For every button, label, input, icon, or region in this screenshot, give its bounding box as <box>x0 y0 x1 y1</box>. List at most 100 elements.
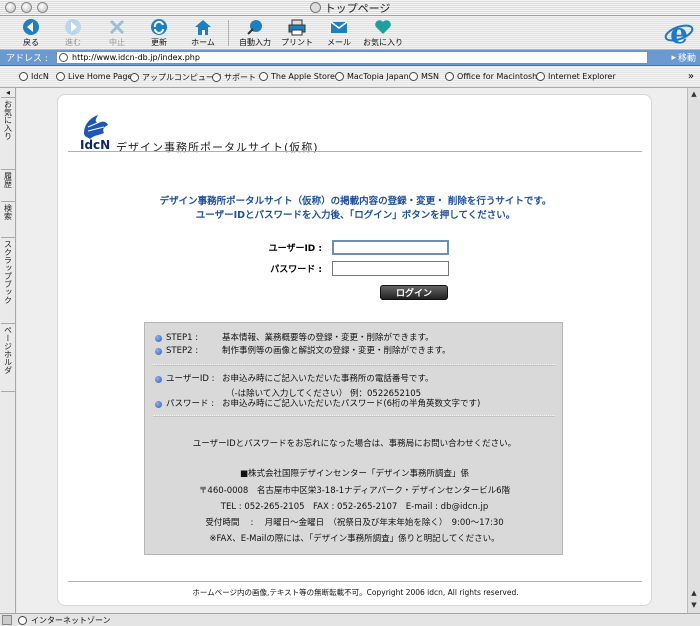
title-bar: トップページ <box>0 0 700 16</box>
status-text: インターネットゾーン <box>31 615 111 625</box>
explorer-bar-tabs: ◂ お気に入り 履歴 検索 スクラップブック ページホルダ <box>0 88 16 613</box>
info-box: STEP1 : 基本情報、業務概要等の登録・変更・削除ができます。 STEP2 … <box>144 322 563 555</box>
scroll-up-icon[interactable]: ▲ <box>689 90 699 100</box>
refresh-icon <box>151 19 167 35</box>
bullet-icon <box>155 335 162 342</box>
sidebar-toggle[interactable]: ◂ <box>1 88 15 98</box>
info-divider <box>153 415 555 417</box>
company-address: 〒460-0008 名古屋市中区栄3-18-1ナディアパーク・デザインセンタービ… <box>198 486 511 496</box>
userid-input[interactable] <box>332 240 449 255</box>
bullet-icon <box>155 401 162 408</box>
fav-item[interactable]: サポート <box>212 72 256 83</box>
site-name: デザイン事務所ポータルサイト(仮称) <box>116 141 319 154</box>
toolbar-separator <box>228 20 229 46</box>
internet-explorer-logo-icon: e <box>664 18 694 48</box>
globe-icon <box>335 72 344 81</box>
fav-item[interactable]: IdcN <box>19 72 49 81</box>
globe-icon <box>445 72 454 81</box>
userid-note: （-は除いて入力してください） 例：0522652105 <box>226 389 422 399</box>
company-name: ■株式会社国際デザインセンター「デザイン事務所調査」係 <box>239 469 470 479</box>
fav-item[interactable]: Live Home Page <box>56 72 132 81</box>
address-label: アドレス : <box>6 54 48 64</box>
envelope-icon <box>330 21 348 33</box>
scroll-down-icon[interactable]: ▼ <box>689 601 699 611</box>
mail-button[interactable]: メール <box>316 18 362 48</box>
stop-button[interactable]: 中止 <box>94 18 140 48</box>
main-panel: IdcN デザイン事務所ポータルサイト(仮称) デザイン事務所ポータルサイト（仮… <box>57 94 652 606</box>
window-title: トップページ <box>324 1 391 15</box>
vertical-scrollbar[interactable]: ▲ ▲ ▼ <box>687 88 700 613</box>
tab-favorites[interactable]: お気に入り <box>1 100 15 170</box>
printer-icon <box>288 19 306 36</box>
close-window-button[interactable] <box>5 2 16 13</box>
globe-icon <box>536 72 545 81</box>
internet-zone-globe-icon <box>18 615 27 625</box>
contact-note: ※FAX、E-Mailの際には、「デザイン事務所調査」係りと明記してください。 <box>209 534 500 544</box>
toolbar: 戻る 進む 中止 更新 ホーム 自動入力 プリント メール お気に入り e <box>0 16 700 50</box>
scroll-up-small-icon[interactable]: ▲ <box>689 589 699 599</box>
go-arrow-icon: ▸ <box>671 52 676 63</box>
favorites-bar: IdcN Live Home Page アップルコンピュータ サポート The … <box>0 67 700 88</box>
tab-page-holder[interactable]: ページホルダ <box>1 326 15 392</box>
go-button[interactable]: ▸ 移動 <box>671 51 696 65</box>
password-input[interactable] <box>332 261 449 276</box>
autofill-button[interactable]: 自動入力 <box>232 18 278 48</box>
tab-search[interactable]: 検索 <box>1 204 15 238</box>
login-button[interactable]: ログイン <box>380 285 448 300</box>
page-content: IdcN デザイン事務所ポータルサイト(仮称) デザイン事務所ポータルサイト（仮… <box>17 88 687 613</box>
header-divider <box>68 151 642 152</box>
password-row: パスワード : <box>242 261 449 276</box>
step2-row: STEP2 : 制作事例等の画像と解説文の登録・変更・削除ができます。 <box>155 346 451 357</box>
bullet-icon <box>155 376 162 383</box>
fav-item[interactable]: アップルコンピュータ <box>130 72 222 83</box>
stop-x-icon <box>109 19 125 35</box>
autofill-icon <box>247 20 262 35</box>
more-favorites-chevron-icon[interactable]: » <box>688 71 694 82</box>
sidebar-arrow-icon: ◂ <box>3 88 13 97</box>
footer-divider <box>68 581 642 582</box>
userid-info-row: ユーザーID : お申込み時にご記入いただいた事務所の電話番号です。 <box>155 374 433 385</box>
business-hours: 受付時間 : 月曜日～金曜日 （祝祭日及び年末年始を除く） 9:00～17:30 <box>205 518 504 528</box>
userid-row: ユーザーID : <box>242 240 449 255</box>
forgot-text: ユーザーIDとパスワードをお忘れになった場合は、事務局にお問い合わせください。 <box>192 439 517 449</box>
page-globe-icon <box>59 53 68 62</box>
status-bar: インターネットゾーン <box>0 613 700 626</box>
minimize-window-button[interactable] <box>21 2 32 13</box>
status-toggle-button[interactable] <box>2 615 12 625</box>
globe-icon <box>130 73 139 82</box>
fav-item[interactable]: The Apple Store <box>259 72 335 81</box>
globe-icon <box>19 72 28 81</box>
bullet-icon <box>155 348 162 355</box>
intro-text: デザイン事務所ポータルサイト（仮称）の掲載内容の登録・変更・ 削除を行うサイトで… <box>159 196 552 221</box>
tab-scrapbook[interactable]: スクラップブック <box>1 240 15 324</box>
step1-row: STEP1 : 基本情報、業務概要等の登録・変更・削除ができます。 <box>155 333 434 344</box>
forward-arrow-icon <box>65 19 81 35</box>
svg-text:e: e <box>670 18 688 48</box>
fav-item[interactable]: Internet Explorer <box>536 72 616 81</box>
address-bar: アドレス : http://www.idcn-db.jp/index.php ▸… <box>0 50 700 66</box>
globe-icon <box>56 72 65 81</box>
address-input[interactable]: http://www.idcn-db.jp/index.php <box>56 51 648 64</box>
globe-icon <box>409 72 418 81</box>
forward-button[interactable]: 進む <box>50 18 96 48</box>
tab-history[interactable]: 履歴 <box>1 172 15 202</box>
globe-icon <box>212 73 221 82</box>
fav-item[interactable]: MSN <box>409 72 439 81</box>
window-controls <box>5 2 48 13</box>
favorites-button[interactable]: お気に入り <box>360 18 406 48</box>
back-button[interactable]: 戻る <box>8 18 54 48</box>
back-arrow-icon <box>23 19 39 35</box>
info-divider <box>153 364 555 366</box>
refresh-button[interactable]: 更新 <box>136 18 182 48</box>
home-button[interactable]: ホーム <box>180 18 226 48</box>
zoom-window-button[interactable] <box>37 2 48 13</box>
address-url: http://www.idcn-db.jp/index.php <box>72 53 200 62</box>
fav-item[interactable]: Office for Macintosh <box>445 72 537 81</box>
page-icon <box>309 2 321 13</box>
heart-icon <box>375 20 391 34</box>
print-button[interactable]: プリント <box>274 18 320 48</box>
globe-icon <box>259 72 268 81</box>
password-label: パスワード : <box>270 265 322 275</box>
fav-item[interactable]: MacTopia Japan <box>335 72 409 81</box>
logo-text: IdcN <box>80 138 111 152</box>
